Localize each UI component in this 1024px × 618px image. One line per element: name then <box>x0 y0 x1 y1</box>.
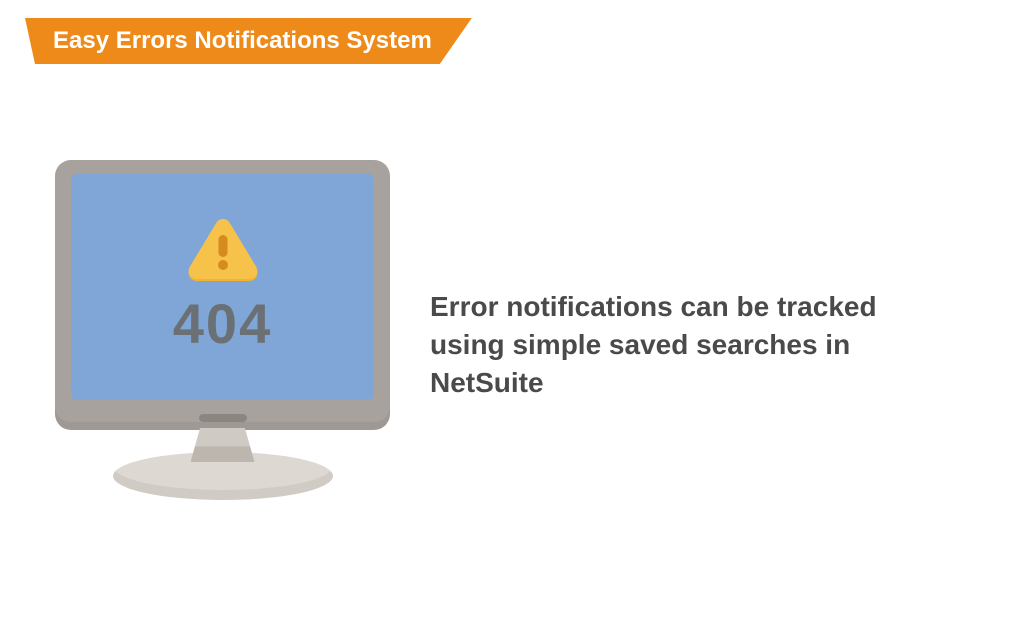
slide-title: Easy Errors Notifications System <box>53 27 432 55</box>
slide-content-row: 404 Error notifications can be tracked u… <box>55 160 984 530</box>
monitor-neck <box>191 428 255 462</box>
monitor-screen: 404 <box>71 174 374 400</box>
slide-body-text: Error notifications can be tracked using… <box>430 288 900 401</box>
monitor-button-strip <box>199 414 247 422</box>
error-code-404: 404 <box>173 291 272 356</box>
slide-title-banner: Easy Errors Notifications System <box>25 18 472 64</box>
warning-icon <box>187 219 259 281</box>
monitor-illustration: 404 <box>55 160 390 530</box>
monitor-frame: 404 <box>55 160 390 430</box>
